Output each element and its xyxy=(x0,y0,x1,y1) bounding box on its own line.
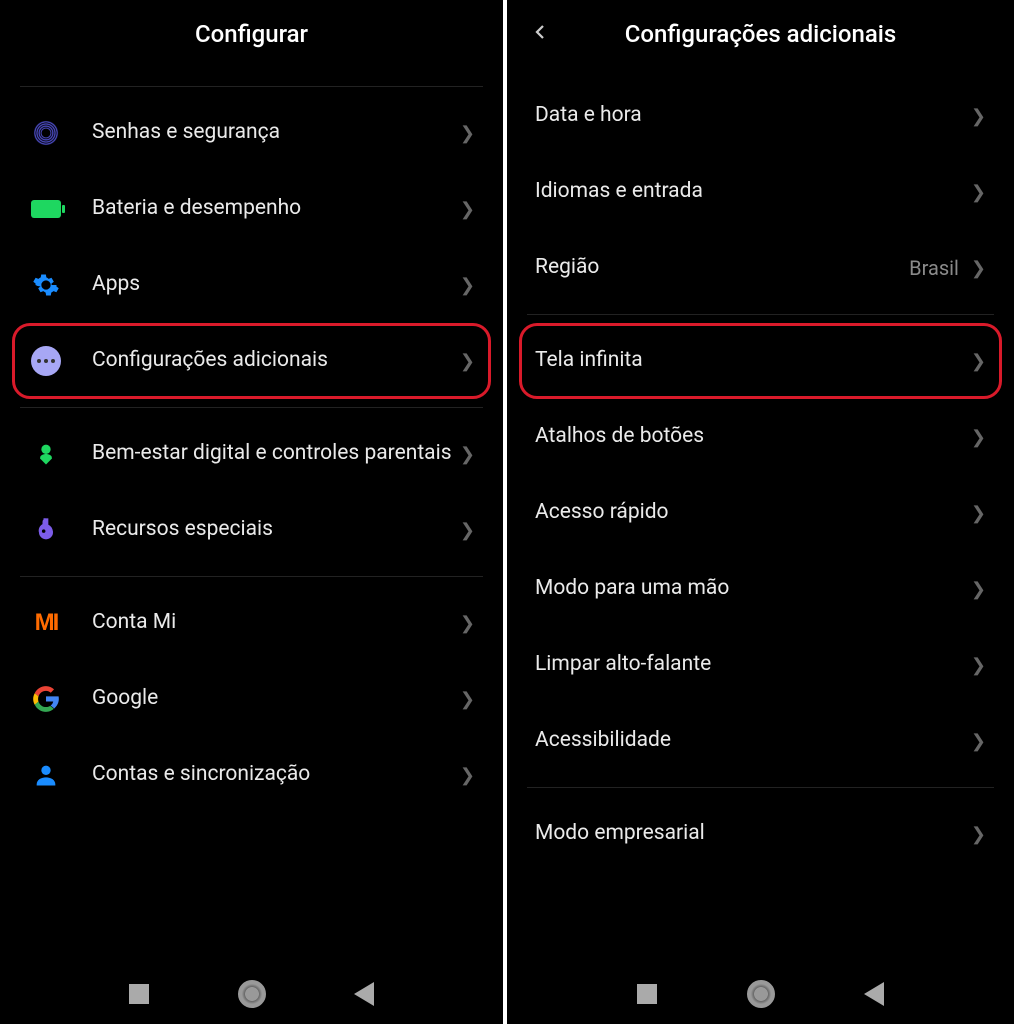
nav-home-button[interactable] xyxy=(747,980,775,1008)
row-apps[interactable]: Apps ❯ xyxy=(20,247,483,323)
row-additional-settings[interactable]: Configurações adicionais ❯ xyxy=(20,323,483,399)
additional-settings-list[interactable]: Data e hora ❯ Idiomas e entrada ❯ Região… xyxy=(507,78,1014,964)
chevron-right-icon: ❯ xyxy=(460,351,475,372)
row-label: Bem-estar digital e controles parentais xyxy=(92,440,460,467)
flask-icon xyxy=(28,512,64,548)
dots-icon xyxy=(28,343,64,379)
header: Configurações adicionais xyxy=(507,0,1014,78)
row-button-shortcuts[interactable]: Atalhos de botões ❯ xyxy=(527,399,994,475)
chevron-right-icon: ❯ xyxy=(971,106,986,127)
row-value: Brasil xyxy=(909,256,959,280)
gear-icon xyxy=(28,267,64,303)
divider xyxy=(527,314,994,315)
chevron-right-icon: ❯ xyxy=(460,444,475,465)
chevron-right-icon: ❯ xyxy=(971,655,986,676)
row-label: Bateria e desempenho xyxy=(92,195,460,222)
divider xyxy=(20,576,483,577)
row-mi-account[interactable]: MI Conta Mi ❯ xyxy=(20,585,483,661)
chevron-right-icon: ❯ xyxy=(971,427,986,448)
nav-home-button[interactable] xyxy=(238,980,266,1008)
chevron-right-icon: ❯ xyxy=(460,123,475,144)
chevron-right-icon: ❯ xyxy=(460,199,475,220)
settings-list[interactable]: Senhas e segurança ❯ Bateria e desempenh… xyxy=(0,78,503,964)
divider xyxy=(20,407,483,408)
chevron-right-icon: ❯ xyxy=(971,824,986,845)
row-passwords-security[interactable]: Senhas e segurança ❯ xyxy=(20,95,483,171)
page-title: Configurações adicionais xyxy=(625,20,897,48)
navigation-bar xyxy=(507,964,1014,1024)
chevron-right-icon: ❯ xyxy=(460,520,475,541)
chevron-right-icon: ❯ xyxy=(971,258,986,279)
nav-recents-button[interactable] xyxy=(637,984,657,1004)
battery-icon xyxy=(28,191,64,227)
chevron-right-icon: ❯ xyxy=(460,613,475,634)
mi-logo-icon: MI xyxy=(28,605,64,641)
row-label: Configurações adicionais xyxy=(92,347,460,374)
fingerprint-icon xyxy=(28,115,64,151)
row-one-handed-mode[interactable]: Modo para uma mão ❯ xyxy=(527,551,994,627)
chevron-right-icon: ❯ xyxy=(971,503,986,524)
row-label: Conta Mi xyxy=(92,609,460,636)
row-label: Idiomas e entrada xyxy=(535,178,971,205)
back-button[interactable] xyxy=(531,18,549,48)
chevron-right-icon: ❯ xyxy=(971,351,986,372)
navigation-bar xyxy=(0,964,503,1024)
row-label: Senhas e segurança xyxy=(92,119,460,146)
row-special-features[interactable]: Recursos especiais ❯ xyxy=(20,492,483,568)
row-accessibility[interactable]: Acessibilidade ❯ xyxy=(527,703,994,779)
row-label: Acessibilidade xyxy=(535,727,971,754)
row-languages-input[interactable]: Idiomas e entrada ❯ xyxy=(527,154,994,230)
row-infinite-display[interactable]: Tela infinita ❯ xyxy=(527,323,994,399)
google-icon xyxy=(28,681,64,717)
divider xyxy=(527,787,994,788)
row-label: Modo para uma mão xyxy=(535,575,971,602)
chevron-right-icon: ❯ xyxy=(460,689,475,710)
chevron-right-icon: ❯ xyxy=(460,275,475,296)
header: Configurar xyxy=(0,0,503,78)
row-digital-wellbeing[interactable]: Bem-estar digital e controles parentais … xyxy=(20,416,483,492)
person-icon xyxy=(28,757,64,793)
row-date-time[interactable]: Data e hora ❯ xyxy=(527,78,994,154)
chevron-right-icon: ❯ xyxy=(971,182,986,203)
chevron-right-icon: ❯ xyxy=(460,765,475,786)
nav-back-button[interactable] xyxy=(864,982,884,1006)
page-title: Configurar xyxy=(195,20,308,48)
row-label: Google xyxy=(92,685,460,712)
row-label: Atalhos de botões xyxy=(535,423,971,450)
nav-recents-button[interactable] xyxy=(129,984,149,1004)
row-region[interactable]: Região Brasil ❯ xyxy=(527,230,994,306)
row-label: Recursos especiais xyxy=(92,516,460,543)
nav-back-button[interactable] xyxy=(354,982,374,1006)
additional-settings-screen: Configurações adicionais Data e hora ❯ I… xyxy=(507,0,1014,1024)
divider xyxy=(20,86,483,87)
heart-icon xyxy=(28,436,64,472)
chevron-right-icon: ❯ xyxy=(971,579,986,600)
row-google[interactable]: Google ❯ xyxy=(20,661,483,737)
row-label: Apps xyxy=(92,271,460,298)
settings-screen: Configurar Senhas e segurança ❯ Bateria … xyxy=(0,0,507,1024)
row-clean-speaker[interactable]: Limpar alto-falante ❯ xyxy=(527,627,994,703)
row-label: Região xyxy=(535,254,909,281)
row-quick-access[interactable]: Acesso rápido ❯ xyxy=(527,475,994,551)
row-label: Limpar alto-falante xyxy=(535,651,971,678)
row-label: Modo empresarial xyxy=(535,820,971,847)
row-label: Data e hora xyxy=(535,102,971,129)
row-battery-performance[interactable]: Bateria e desempenho ❯ xyxy=(20,171,483,247)
row-label: Acesso rápido xyxy=(535,499,971,526)
row-label: Tela infinita xyxy=(535,347,971,374)
chevron-right-icon: ❯ xyxy=(971,731,986,752)
row-accounts-sync[interactable]: Contas e sincronização ❯ xyxy=(20,737,483,813)
row-label: Contas e sincronização xyxy=(92,761,460,788)
row-enterprise-mode[interactable]: Modo empresarial ❯ xyxy=(527,796,994,872)
